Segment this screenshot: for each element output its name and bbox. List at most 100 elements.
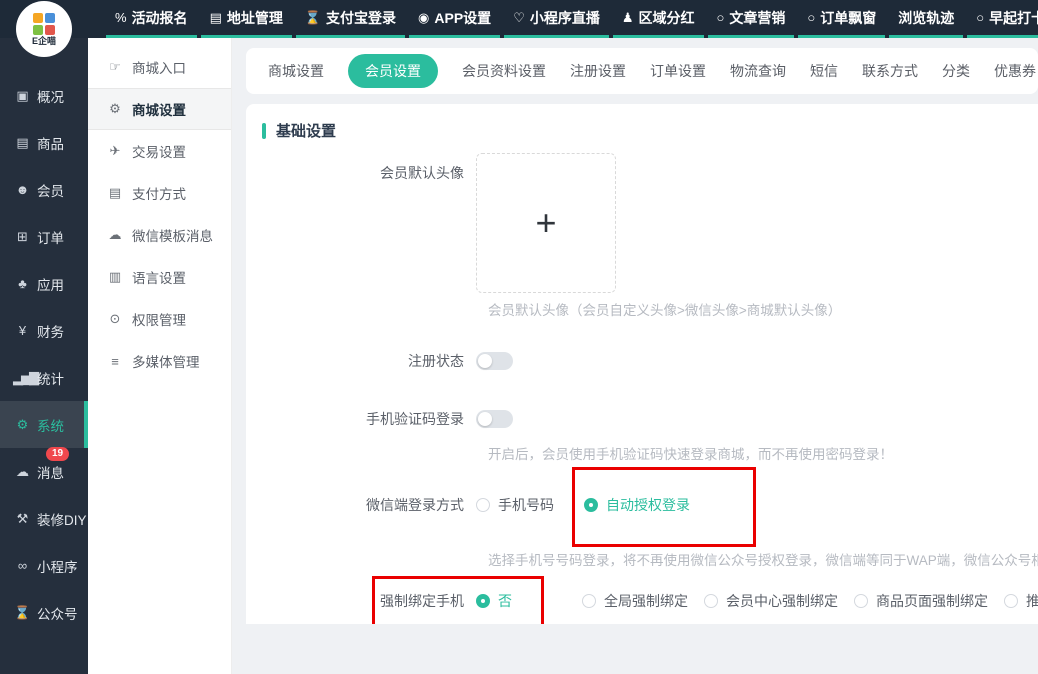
topbar-item-app-settings[interactable]: ◉ APP设置 xyxy=(409,0,500,38)
tab-category[interactable]: 分类 xyxy=(942,54,970,88)
subsidebar-item-mall-settings[interactable]: ⚙ 商城设置 xyxy=(88,88,231,130)
subsidebar-item-trade-settings[interactable]: ✈ 交易设置 xyxy=(88,130,231,172)
sidebar-item-messages[interactable]: ☁ 消息 19 xyxy=(0,448,88,495)
main-sidebar: ▣ 概况 ▤ 商品 ☻ 会员 ⊞ 订单 ♣ 应用 ¥ 财务 ▂▅▇ 统计 ⚙ 系… xyxy=(0,38,88,674)
topbar-item-label: 浏览轨迹 xyxy=(898,8,954,28)
field-label: 微信端登录方式 xyxy=(246,495,476,515)
subsidebar-item-mall-entry[interactable]: ☞ 商城入口 xyxy=(88,46,231,88)
subsidebar-item-permission-management[interactable]: ⊙ 权限管理 xyxy=(88,298,231,340)
sidebar-item-overview[interactable]: ▣ 概况 xyxy=(0,72,88,119)
topbar-item-order-popup[interactable]: ○ 订单飘窗 xyxy=(798,0,885,38)
topbar-item-morning-checkin[interactable]: ○ 早起打卡 xyxy=(967,0,1038,38)
link-icon: % xyxy=(115,10,127,25)
form-row-force-bind-phone: 强制绑定手机 否 全局强制绑定 会员中心强制绑定 商品页面强制绑定 xyxy=(246,591,1038,611)
radio-label: 手机号码 xyxy=(498,495,554,515)
tab-contact-method[interactable]: 联系方式 xyxy=(862,54,918,88)
topbar-item-article-marketing[interactable]: ○ 文章营销 xyxy=(708,0,795,38)
radio-circle-icon xyxy=(584,498,598,512)
form-row-default-avatar: 会员默认头像 + xyxy=(246,153,1038,293)
sidebar-item-apps[interactable]: ♣ 应用 xyxy=(0,260,88,307)
section-title: 基础设置 xyxy=(276,120,336,141)
subsidebar-item-media-management[interactable]: ≡ 多媒体管理 xyxy=(88,340,231,382)
overview-icon: ▣ xyxy=(13,88,30,104)
radio-member-center-force-bind[interactable]: 会员中心强制绑定 xyxy=(704,591,838,611)
sidebar-item-stats[interactable]: ▂▅▇ 统计 xyxy=(0,354,88,401)
cubes-icon: ♣ xyxy=(13,276,30,291)
sidebar-item-label: 装修DIY xyxy=(37,509,87,529)
sms-login-hint: 开启后，会员使用手机验证码快速登录商城，而不再使用密码登录！ xyxy=(488,443,1038,463)
topbar-item-label: 区域分红 xyxy=(639,8,695,28)
circle-icon: ○ xyxy=(976,10,984,25)
radio-phone-number[interactable]: 手机号码 xyxy=(476,495,554,515)
sidebar-item-label: 统计 xyxy=(37,368,64,388)
comments-icon: ☁ xyxy=(107,227,123,243)
tab-sms[interactable]: 短信 xyxy=(810,54,838,88)
yen-icon: ¥ xyxy=(13,323,30,338)
register-status-toggle[interactable] xyxy=(476,352,513,370)
radio-clipped-option[interactable]: 推 xyxy=(1004,591,1038,611)
tab-logistics-query[interactable]: 物流查询 xyxy=(730,54,786,88)
avatar-upload-box[interactable]: + xyxy=(476,153,616,293)
topbar-item-label: 小程序直播 xyxy=(530,8,600,28)
topbar-item-label: 地址管理 xyxy=(227,8,283,28)
radio-label: 会员中心强制绑定 xyxy=(726,591,838,611)
sidebar-item-miniprogram[interactable]: ∞ 小程序 xyxy=(0,542,88,589)
section-header: 基础设置 xyxy=(246,120,1038,141)
radio-auto-auth-login[interactable]: 自动授权登录 xyxy=(584,495,690,515)
form-row-sms-login: 手机验证码登录 xyxy=(246,409,1038,429)
sidebar-item-finance[interactable]: ¥ 财务 xyxy=(0,307,88,354)
radio-label: 否 xyxy=(498,591,512,611)
subsidebar-item-label: 语言设置 xyxy=(132,267,186,287)
topbar-item-browse-track[interactable]: 浏览轨迹 xyxy=(889,0,963,38)
address-card-icon: ▤ xyxy=(210,10,222,26)
circle-icon: ○ xyxy=(717,10,725,25)
compress-icon: ✈ xyxy=(107,143,123,159)
tab-mall-settings[interactable]: 商城设置 xyxy=(268,54,324,88)
sidebar-item-system[interactable]: ⚙ 系统 xyxy=(0,401,88,448)
topbar-item-activity-signup[interactable]: % 活动报名 xyxy=(106,0,197,38)
tab-coupon[interactable]: 优惠券 xyxy=(994,54,1036,88)
tab-register-settings[interactable]: 注册设置 xyxy=(570,54,626,88)
subsidebar-item-label: 交易设置 xyxy=(132,141,186,161)
sidebar-item-decorate-diy[interactable]: ⚒ 装修DIY xyxy=(0,495,88,542)
logo-grid-icon xyxy=(33,13,55,35)
subsidebar-item-payment-method[interactable]: ▤ 支付方式 xyxy=(88,172,231,214)
topbar-item-address-management[interactable]: ▤ 地址管理 xyxy=(201,0,292,38)
tab-member-profile-settings[interactable]: 会员资料设置 xyxy=(462,54,546,88)
credit-card-icon: ▤ xyxy=(107,185,123,201)
sidebar-item-goods[interactable]: ▤ 商品 xyxy=(0,119,88,166)
topbar: % 活动报名 ▤ 地址管理 ⌛ 支付宝登录 ◉ APP设置 ♡ 小程序直播 ♟ … xyxy=(0,0,1038,38)
radio-circle-icon xyxy=(582,594,596,608)
topbar-item-miniprogram-live[interactable]: ♡ 小程序直播 xyxy=(504,0,609,38)
tab-order-settings[interactable]: 订单设置 xyxy=(650,54,706,88)
secondary-sidebar: ☞ 商城入口 ⚙ 商城设置 ✈ 交易设置 ▤ 支付方式 ☁ 微信模板消息 ▥ 语… xyxy=(88,38,232,674)
field-label: 会员默认头像 xyxy=(246,153,476,183)
sms-login-toggle[interactable] xyxy=(476,410,513,428)
subsidebar-item-label: 商城入口 xyxy=(132,57,186,77)
topbar-item-label: 文章营销 xyxy=(729,8,785,28)
settings-form: 会员默认头像 + 会员默认头像（会员自定义头像>微信头像>商城默认头像） 注册状… xyxy=(246,153,1038,624)
radio-global-force-bind[interactable]: 全局强制绑定 xyxy=(582,591,688,611)
subsidebar-item-wechat-template-msg[interactable]: ☁ 微信模板消息 xyxy=(88,214,231,256)
tab-member-settings[interactable]: 会员设置 xyxy=(348,54,438,88)
apple-icon: ◉ xyxy=(418,10,429,26)
form-row-wechat-login-method: 微信端登录方式 手机号码 自动授权登录 xyxy=(246,495,1038,515)
sidebar-item-members[interactable]: ☻ 会员 xyxy=(0,166,88,213)
sidebar-item-label: 财务 xyxy=(37,321,64,341)
topbar-item-region-dividend[interactable]: ♟ 区域分红 xyxy=(613,0,704,38)
radio-label: 自动授权登录 xyxy=(606,495,690,515)
topbar-item-label: 订单飘窗 xyxy=(820,8,876,28)
radio-no[interactable]: 否 xyxy=(476,591,512,611)
sidebar-item-label: 消息 xyxy=(37,462,64,482)
main-content: 商城设置 会员设置 会员资料设置 注册设置 订单设置 物流查询 短信 联系方式 … xyxy=(232,38,1038,674)
sidebar-item-label: 订单 xyxy=(37,227,64,247)
sidebar-item-orders[interactable]: ⊞ 订单 xyxy=(0,213,88,260)
subsidebar-item-language-settings[interactable]: ▥ 语言设置 xyxy=(88,256,231,298)
radio-product-page-force-bind[interactable]: 商品页面强制绑定 xyxy=(854,591,988,611)
gear-icon: ⚙ xyxy=(107,101,123,117)
topbar-item-alipay-login[interactable]: ⌛ 支付宝登录 xyxy=(296,0,405,38)
sidebar-item-official-account[interactable]: ⌛ 公众号 xyxy=(0,589,88,636)
field-label: 手机验证码登录 xyxy=(246,409,476,429)
list-icon: ≡ xyxy=(107,354,123,369)
logo-text: E企喵 xyxy=(32,36,56,46)
